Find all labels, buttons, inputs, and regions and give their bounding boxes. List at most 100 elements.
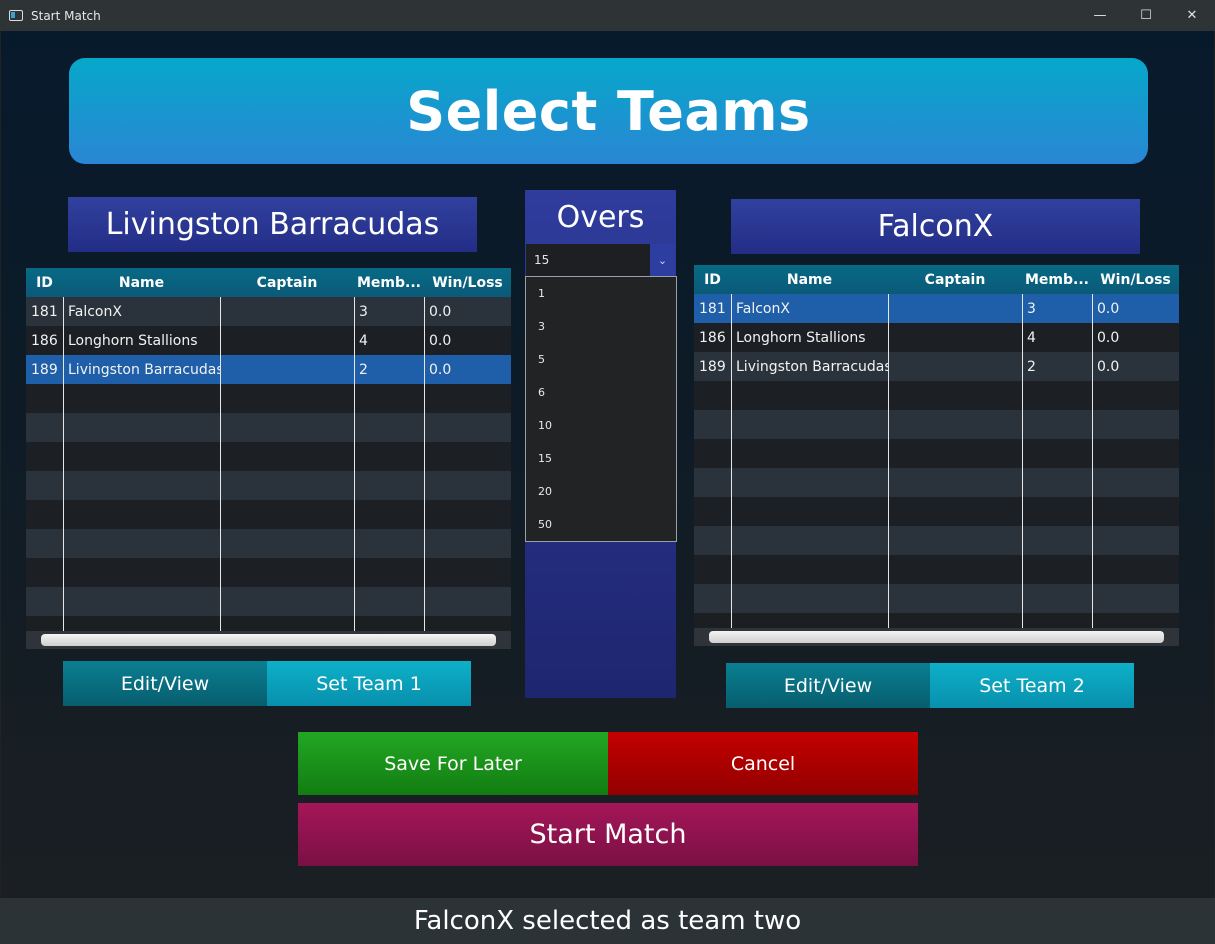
column-divider <box>220 297 221 631</box>
empty-row <box>26 500 511 529</box>
table-row[interactable]: 186 Longhorn Stallions 4 0.0 <box>26 326 511 355</box>
cell-members: 2 <box>1027 358 1036 375</box>
cell-name: FalconX <box>736 300 790 317</box>
column-header-name[interactable]: Name <box>63 268 220 297</box>
column-divider <box>731 294 732 628</box>
cell-captain <box>888 294 1022 323</box>
cancel-button[interactable]: Cancel <box>608 732 918 795</box>
cell-id: 186 <box>31 332 58 349</box>
cell-id: 181 <box>699 300 726 317</box>
cell-winloss: 0.0 <box>1097 329 1120 346</box>
column-header-name[interactable]: Name <box>731 265 888 294</box>
cell-name: Longhorn Stallions <box>736 329 866 346</box>
cell-captain <box>220 355 354 384</box>
page-title: Select Teams <box>69 58 1148 164</box>
close-icon[interactable]: ✕ <box>1169 0 1215 31</box>
empty-row <box>26 384 511 413</box>
column-header-winloss[interactable]: Win/Loss <box>1092 265 1179 294</box>
overs-option[interactable]: 50 <box>526 508 676 541</box>
empty-row <box>694 381 1179 410</box>
status-message: FalconX selected as team two <box>0 898 1215 944</box>
horizontal-scrollbar[interactable] <box>694 628 1179 646</box>
set-team-one-button[interactable]: Set Team 1 <box>267 661 471 706</box>
window-title: Start Match <box>31 8 101 23</box>
empty-row <box>26 471 511 500</box>
chevron-down-icon[interactable]: ⌄ <box>650 244 675 276</box>
title-bar: Start Match — ☐ ✕ <box>0 0 1215 31</box>
cell-captain <box>888 352 1022 381</box>
cell-members: 4 <box>1027 329 1036 346</box>
team-one-buttons: Edit/View Set Team 1 <box>63 661 471 706</box>
edit-view-team-one-button[interactable]: Edit/View <box>63 661 267 706</box>
cell-id: 189 <box>699 358 726 375</box>
empty-row <box>26 413 511 442</box>
column-divider <box>1022 294 1023 628</box>
column-header-captain[interactable]: Captain <box>220 268 354 297</box>
cell-members: 2 <box>359 361 368 378</box>
cell-captain <box>888 323 1022 352</box>
team-two-table[interactable]: ID Name Captain Memb... Win/Loss 181 Fal… <box>694 265 1179 646</box>
horizontal-scrollbar[interactable] <box>26 631 511 649</box>
overs-option[interactable]: 15 <box>526 442 676 475</box>
empty-row <box>694 526 1179 555</box>
overs-label: Overs <box>556 199 645 235</box>
overs-option[interactable]: 1 <box>526 277 676 310</box>
cell-winloss: 0.0 <box>429 303 452 320</box>
scrollbar-thumb[interactable] <box>709 631 1164 643</box>
minimize-icon[interactable]: — <box>1077 0 1123 31</box>
empty-row <box>694 555 1179 584</box>
table-row-selected[interactable]: 181 FalconX 3 0.0 <box>694 294 1179 323</box>
table-header: ID Name Captain Memb... Win/Loss <box>694 265 1179 294</box>
cell-captain <box>220 297 354 326</box>
overs-option[interactable]: 6 <box>526 376 676 409</box>
column-divider <box>888 294 889 628</box>
empty-row <box>26 558 511 587</box>
column-header-captain[interactable]: Captain <box>888 265 1022 294</box>
app-window-icon <box>9 10 23 21</box>
set-team-two-button[interactable]: Set Team 2 <box>930 663 1134 708</box>
cell-captain <box>220 326 354 355</box>
cell-name: Livingston Barracudas <box>736 358 888 375</box>
overs-option[interactable]: 20 <box>526 475 676 508</box>
overs-dropdown-list[interactable]: 1 3 5 6 10 15 20 50 <box>525 276 677 542</box>
column-header-members[interactable]: Memb... <box>354 268 424 297</box>
table-row[interactable]: 181 FalconX 3 0.0 <box>26 297 511 326</box>
cell-members: 4 <box>359 332 368 349</box>
team-one-table[interactable]: ID Name Captain Memb... Win/Loss 181 Fal… <box>26 268 511 649</box>
column-header-winloss[interactable]: Win/Loss <box>424 268 511 297</box>
table-row[interactable]: 189 Livingston Barracudas 2 0.0 <box>694 352 1179 381</box>
table-body: 181 FalconX 3 0.0 186 Longhorn Stallions… <box>26 297 511 616</box>
edit-view-team-two-button[interactable]: Edit/View <box>726 663 930 708</box>
start-match-button[interactable]: Start Match <box>298 803 918 866</box>
empty-row <box>694 584 1179 613</box>
column-header-id[interactable]: ID <box>694 265 731 294</box>
empty-row <box>694 439 1179 468</box>
cell-winloss: 0.0 <box>429 332 452 349</box>
cell-winloss: 0.0 <box>429 361 452 378</box>
empty-row <box>694 410 1179 439</box>
overs-option[interactable]: 10 <box>526 409 676 442</box>
scrollbar-thumb[interactable] <box>41 634 496 646</box>
save-for-later-button[interactable]: Save For Later <box>298 732 608 795</box>
cell-id: 186 <box>699 329 726 346</box>
empty-row <box>26 587 511 616</box>
empty-row <box>26 442 511 471</box>
column-divider <box>1092 294 1093 628</box>
table-row[interactable]: 186 Longhorn Stallions 4 0.0 <box>694 323 1179 352</box>
overs-option[interactable]: 5 <box>526 343 676 376</box>
team-one-title: Livingston Barracudas <box>68 197 477 252</box>
column-divider <box>63 297 64 631</box>
maximize-icon[interactable]: ☐ <box>1123 0 1169 31</box>
overs-selected-value: 15 <box>534 253 550 267</box>
column-header-members[interactable]: Memb... <box>1022 265 1092 294</box>
cell-members: 3 <box>359 303 368 320</box>
window-controls: — ☐ ✕ <box>1077 0 1215 31</box>
table-row-selected[interactable]: 189 Livingston Barracudas 2 0.0 <box>26 355 511 384</box>
column-header-id[interactable]: ID <box>26 268 63 297</box>
overs-option[interactable]: 3 <box>526 310 676 343</box>
overs-combobox[interactable]: 15 ⌄ <box>526 244 675 276</box>
column-divider <box>354 297 355 631</box>
table-header: ID Name Captain Memb... Win/Loss <box>26 268 511 297</box>
cell-id: 181 <box>31 303 58 320</box>
empty-row <box>694 497 1179 526</box>
